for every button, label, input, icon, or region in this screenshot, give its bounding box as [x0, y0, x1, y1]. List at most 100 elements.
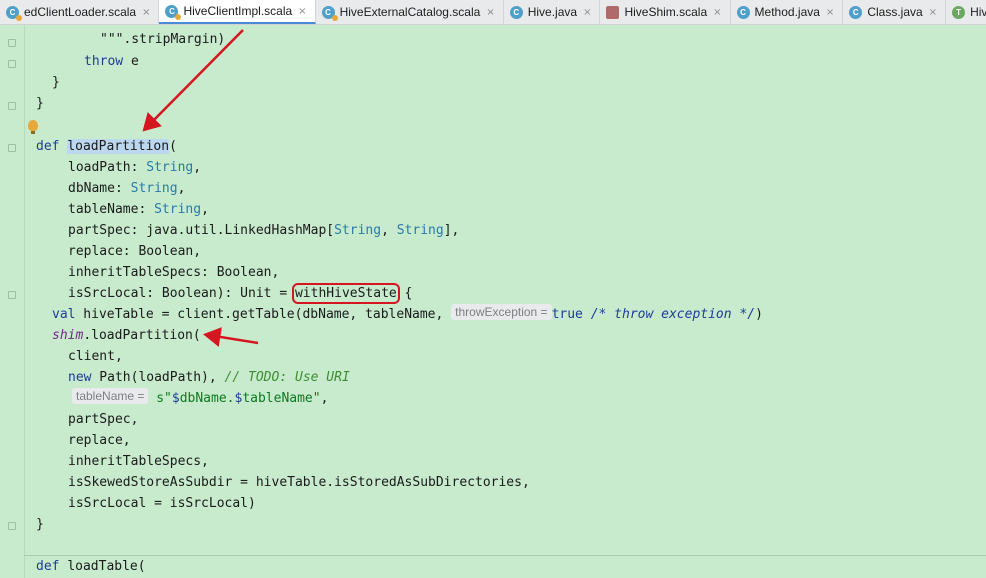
code-text: ],	[443, 223, 460, 238]
code-text: dbName:	[68, 181, 131, 196]
code-text: isSrcLocal = isSrcLocal)	[68, 496, 256, 511]
code-line: new Path(loadPath), // TODO: Use URI	[0, 367, 986, 388]
code-text: isSrcLocal: Boolean): Unit =	[68, 286, 295, 301]
code-line: tableName: String,	[0, 199, 986, 220]
code-text: e	[123, 54, 139, 69]
close-icon[interactable]: ×	[298, 6, 306, 17]
tab-label: HiveClientImpl.scala	[183, 4, 293, 18]
code-text: inheritTableSpecs,	[68, 454, 209, 469]
code-text: {	[396, 286, 413, 301]
code-line: inheritTableSpecs: Boolean,	[0, 262, 986, 283]
code-text: isSkewedStoreAsSubdir = hiveTable.isStor…	[68, 475, 530, 490]
code-line: tableName = s"$dbName.$tableName",	[0, 388, 986, 409]
code-text: loadPath:	[68, 160, 147, 175]
code-text: .loadPartition(	[83, 328, 201, 343]
keyword: def	[36, 559, 60, 574]
code-text: tableName:	[68, 202, 155, 217]
code-text: Path(loadPath),	[91, 370, 225, 385]
scala-file-icon	[606, 5, 620, 19]
close-icon[interactable]: ×	[486, 7, 494, 18]
code-text: inheritTableSpecs: Boolean,	[68, 265, 280, 280]
field-shim[interactable]: shim	[52, 328, 83, 343]
tab-label: Hive.java	[527, 5, 578, 19]
string-literal: s"	[156, 391, 172, 406]
tab-edclientloader[interactable]: C edClientLoader.scala ×	[0, 0, 160, 24]
scala-class-icon: C	[321, 5, 338, 21]
code-line: }	[0, 514, 986, 535]
tab-hiveclientimpl[interactable]: C HiveClientImpl.scala ×	[159, 0, 316, 24]
tab-hivecl[interactable]: T HiveCl	[946, 0, 986, 24]
tab-hive-java[interactable]: C Hive.java ×	[504, 0, 601, 24]
code-line: replace: Boolean,	[0, 241, 986, 262]
code-lines: """.stripMargin) throw e } } def loadPar…	[0, 25, 986, 578]
code-line: client,	[0, 346, 986, 367]
close-icon[interactable]: ×	[929, 7, 937, 18]
code-line: isSrcLocal: Boolean): Unit = withHiveSta…	[0, 283, 986, 304]
code-text: ,	[201, 202, 209, 217]
code-text: hiveTable = client.getTable(dbName, tabl…	[75, 307, 452, 322]
tab-hiveexternalcatalog[interactable]: C HiveExternalCatalog.scala ×	[316, 0, 504, 24]
function-name-load-partition[interactable]: loadPartition	[67, 139, 170, 154]
code-line-shim-load-partition: shim.loadPartition(	[0, 325, 986, 346]
close-icon[interactable]: ×	[713, 7, 721, 18]
java-class-icon: C	[509, 5, 523, 19]
code-line: }	[0, 72, 986, 93]
type-name: String	[146, 160, 194, 175]
type-name: String	[396, 223, 444, 238]
keyword: throw	[84, 54, 124, 69]
keyword: def	[36, 139, 60, 154]
code-text: partSpec,	[68, 412, 139, 427]
code-text: replace: Boolean,	[68, 244, 202, 259]
code-text: partSpec: java.util.LinkedHashMap[	[68, 223, 335, 238]
code-comment: // TODO: Use URI	[224, 370, 350, 385]
code-line: partSpec,	[0, 409, 986, 430]
tab-label: Method.java	[754, 5, 820, 19]
tab-class-java[interactable]: C Class.java ×	[843, 0, 947, 24]
editor-tab-bar: C edClientLoader.scala × C HiveClientImp…	[0, 0, 986, 25]
java-class-icon: C	[849, 5, 863, 19]
parameter-hint: throwException =	[451, 304, 552, 320]
close-icon[interactable]: ×	[826, 7, 834, 18]
code-line-def-load-table: def loadTable(	[0, 556, 986, 577]
keyword: new	[68, 370, 92, 385]
tab-hiveshim[interactable]: HiveShim.scala ×	[600, 0, 731, 24]
type-name: String	[154, 202, 202, 217]
code-text: ,	[320, 391, 329, 406]
tab-method-java[interactable]: C Method.java ×	[731, 0, 844, 24]
code-text: ,	[381, 223, 397, 238]
code-text: }	[36, 96, 44, 111]
code-line: isSkewedStoreAsSubdir = hiveTable.isStor…	[0, 472, 986, 493]
tab-label: edClientLoader.scala	[24, 5, 137, 19]
code-comment: /* throw exception */	[590, 307, 756, 322]
code-text: """.stripMargin)	[100, 32, 226, 47]
function-name-load-table[interactable]: loadTable	[67, 559, 137, 574]
tab-label: HiveExternalCatalog.scala	[339, 5, 481, 19]
close-icon[interactable]: ×	[583, 7, 591, 18]
code-line: throw e	[0, 51, 986, 72]
code-line: }	[0, 93, 986, 114]
type-name: String	[334, 223, 382, 238]
code-text: (	[137, 559, 146, 574]
string-literal: tableName"	[242, 391, 321, 406]
parameter-hint: tableName =	[72, 388, 149, 404]
with-hive-state-highlight[interactable]: withHiveState	[291, 283, 400, 304]
code-line: dbName: String,	[0, 178, 986, 199]
code-text: )	[755, 307, 763, 322]
scala-class-icon: C	[165, 4, 182, 20]
string-interp: $	[171, 391, 180, 406]
code-editor[interactable]: """.stripMargin) throw e } } def loadPar…	[0, 25, 986, 578]
trait-icon: T	[952, 5, 966, 19]
code-line: isSrcLocal = isSrcLocal)	[0, 493, 986, 514]
code-line: partSpec: java.util.LinkedHashMap[String…	[0, 220, 986, 241]
close-icon[interactable]: ×	[142, 7, 150, 18]
code-text: ,	[193, 160, 202, 175]
string-literal: dbName.	[179, 391, 235, 406]
code-text: (	[169, 139, 177, 154]
java-class-icon: C	[736, 5, 750, 19]
keyword: true	[551, 307, 583, 322]
code-line-def-load-partition: def loadPartition(	[0, 136, 986, 157]
code-text: client,	[68, 349, 123, 364]
code-line: loadPath: String,	[0, 157, 986, 178]
code-text: ,	[177, 181, 186, 196]
tab-label: Class.java	[867, 5, 923, 19]
